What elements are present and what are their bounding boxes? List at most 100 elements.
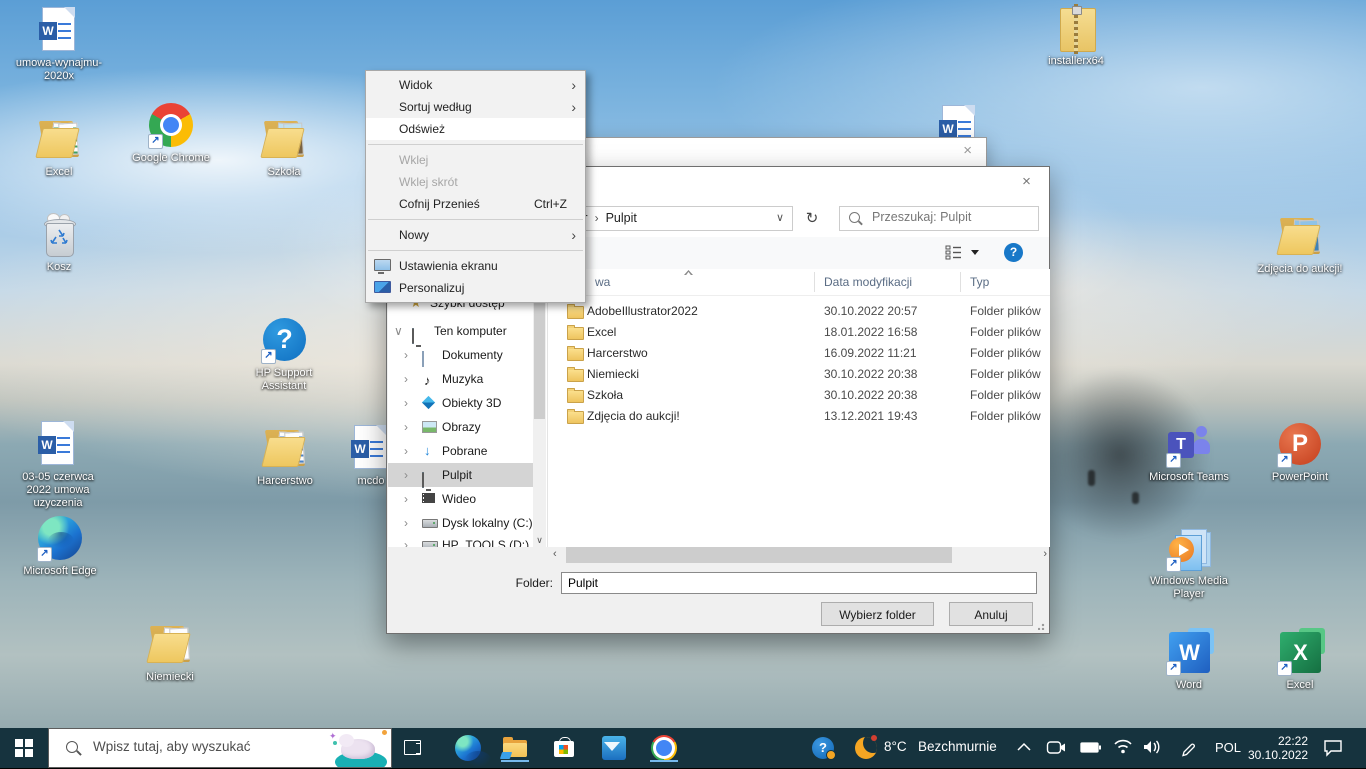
help-button[interactable]: ? xyxy=(1004,243,1023,262)
select-folder-button[interactable]: Wybierz folder xyxy=(821,602,934,626)
desktop-icon-powerpoint[interactable]: P↗ PowerPoint xyxy=(1252,420,1348,484)
chevron-down-icon[interactable]: ∨ xyxy=(394,319,403,343)
horizontal-scrollbar[interactable]: ‹ › xyxy=(551,547,1049,563)
tree-item-3d-objects[interactable]: › Obiekty 3D xyxy=(388,391,533,415)
menu-item-cofnij-przenies[interactable]: Cofnij Przenieś Ctrl+Z xyxy=(366,193,585,215)
desktop-icon-windows-media-player[interactable]: ↗ Windows Media Player xyxy=(1141,524,1237,601)
close-icon[interactable]: × xyxy=(957,142,978,159)
chevron-right-icon[interactable]: › xyxy=(404,533,408,547)
desktop-icon-installerx64[interactable]: installerx64 xyxy=(1028,4,1124,68)
view-dropdown-icon[interactable] xyxy=(971,250,979,255)
file-row[interactable]: AdobeIllustrator2022 30.10.2022 20:57 Fo… xyxy=(550,301,1050,322)
resize-grip[interactable] xyxy=(1038,622,1046,630)
language-indicator[interactable]: POL xyxy=(1215,740,1241,755)
refresh-button[interactable]: ↻ xyxy=(799,206,825,231)
desktop-icon-hp-support-assistant[interactable]: ?↗ HP Support Assistant xyxy=(236,316,332,393)
scroll-right-icon[interactable]: › xyxy=(1043,548,1047,560)
meet-now-icon[interactable] xyxy=(1046,739,1066,757)
tree-item-documents[interactable]: › Dokumenty xyxy=(388,343,533,367)
file-row[interactable]: Zdjęcia do aukcji! 13.12.2021 19:43 Fold… xyxy=(550,406,1050,427)
battery-icon[interactable] xyxy=(1080,741,1102,754)
tree-item-hp-tools-d[interactable]: › HP_TOOLS (D:) xyxy=(388,533,533,547)
taskbar-chrome-button[interactable] xyxy=(650,734,678,762)
tree-item-desktop-selected[interactable]: › Pulpit xyxy=(388,463,533,487)
task-view-button[interactable] xyxy=(402,736,426,760)
weather-widget[interactable]: 8°C Bezchmurnie xyxy=(884,739,997,754)
dialog-search-input[interactable] xyxy=(870,209,1034,225)
desktop-icon-microsoft-edge[interactable]: ↗ Microsoft Edge xyxy=(12,514,108,578)
shortcut-arrow-icon: ↗ xyxy=(1166,453,1181,468)
file-row[interactable]: Harcerstwo 16.09.2022 11:21 Folder plikó… xyxy=(550,343,1050,364)
desktop-icon-harcerstwo-folder[interactable]: Harcerstwo xyxy=(237,424,333,488)
scrollbar-thumb[interactable] xyxy=(566,547,952,563)
wifi-icon[interactable] xyxy=(1113,739,1133,755)
close-icon[interactable]: × xyxy=(1004,167,1049,197)
action-center-icon[interactable] xyxy=(1323,739,1343,757)
show-hidden-icons-chevron[interactable] xyxy=(1016,742,1032,752)
menu-item-nowy[interactable]: Nowy › xyxy=(366,224,585,246)
desktop-icon-excel-folder[interactable]: Excel xyxy=(11,115,107,179)
chevron-right-icon[interactable]: › xyxy=(404,391,408,415)
file-row[interactable]: Niemiecki 30.10.2022 20:38 Folder plików xyxy=(550,364,1050,385)
dialog-search-box[interactable] xyxy=(839,206,1039,231)
tree-scrollbar[interactable]: ∨ xyxy=(533,269,546,547)
3d-objects-icon xyxy=(423,397,434,408)
drive-icon xyxy=(422,541,438,547)
chevron-right-icon[interactable]: › xyxy=(404,343,408,367)
breadcrumb-current[interactable]: Pulpit xyxy=(606,211,637,225)
tree-item-music[interactable]: › ♪ Muzyka xyxy=(388,367,533,391)
windows-ink-pen-icon[interactable] xyxy=(1180,739,1198,757)
menu-item-sortuj-wedlug[interactable]: Sortuj według › xyxy=(366,96,585,118)
chevron-right-icon[interactable]: › xyxy=(404,415,408,439)
taskbar-search-box[interactable]: ✦ xyxy=(48,728,392,768)
music-icon: ♪ xyxy=(424,369,431,393)
scroll-left-icon[interactable]: ‹ xyxy=(553,548,557,560)
tree-item-videos[interactable]: › Wideo xyxy=(388,487,533,511)
chevron-right-icon[interactable]: › xyxy=(404,487,408,511)
menu-item-personalizuj[interactable]: Personalizuj xyxy=(366,277,585,299)
desktop-icon-google-chrome[interactable]: ↗ Google Chrome xyxy=(123,101,219,165)
desktop-icon-szkola-folder[interactable]: Szkoła xyxy=(236,115,332,179)
taskbar-edge-button[interactable] xyxy=(454,734,482,762)
taskbar-file-explorer-button[interactable] xyxy=(501,734,529,762)
cancel-button[interactable]: Anuluj xyxy=(949,602,1033,626)
start-button[interactable] xyxy=(0,728,48,768)
chevron-right-icon[interactable]: › xyxy=(404,463,408,487)
menu-item-widok[interactable]: Widok › xyxy=(366,74,585,96)
taskbar-store-button[interactable] xyxy=(550,734,578,762)
desktop-icon-recycle-bin[interactable]: Kosz xyxy=(11,210,107,274)
desktop-icon-umowa-wynajmu[interactable]: W umowa-wynajmu-2020x xyxy=(11,6,107,83)
taskbar-clock[interactable]: 22:22 30.10.2022 xyxy=(1248,734,1308,762)
chevron-right-icon[interactable]: › xyxy=(404,511,408,535)
view-options-icon[interactable] xyxy=(945,245,963,261)
file-row[interactable]: Szkoła 30.10.2022 20:38 Folder plików xyxy=(550,385,1050,406)
folder-name-input[interactable] xyxy=(561,572,1037,594)
volume-icon[interactable] xyxy=(1142,739,1162,755)
desktop-icon-label: Google Chrome xyxy=(123,152,219,165)
tree-item-local-disk-c[interactable]: › Dysk lokalny (C:) xyxy=(388,511,533,535)
desktop-icon-umowa-uzyczenia[interactable]: W 03-05 czerwca 2022 umowa uzyczenia xyxy=(10,420,106,510)
taskbar-search-input[interactable] xyxy=(91,738,325,755)
chevron-down-icon[interactable]: ∨ xyxy=(776,211,784,224)
column-header-date[interactable]: Data modyfikacji xyxy=(824,275,912,289)
taskbar-mail-button[interactable] xyxy=(600,734,628,762)
column-header-type[interactable]: Typ xyxy=(970,275,989,289)
chevron-right-icon[interactable]: › xyxy=(404,439,408,463)
tree-item-this-pc[interactable]: ∨ Ten komputer xyxy=(388,319,533,343)
menu-item-odswiez[interactable]: Odśwież xyxy=(366,118,585,140)
desktop-icon-excel[interactable]: X↗ Excel xyxy=(1252,628,1348,692)
menu-item-ustawienia-ekranu[interactable]: Ustawienia ekranu xyxy=(366,255,585,277)
hp-support-tray-icon[interactable]: ? xyxy=(812,737,834,759)
chevron-right-icon[interactable]: › xyxy=(404,367,408,391)
tree-item-pictures[interactable]: › Obrazy xyxy=(388,415,533,439)
desktop-icon-zdjecia-folder[interactable]: Zdjęcia do aukcji! xyxy=(1252,212,1348,276)
scroll-down-icon[interactable]: ∨ xyxy=(533,535,546,546)
tree-item-downloads[interactable]: › ↓ Pobrane xyxy=(388,439,533,463)
column-header-name[interactable]: wa xyxy=(595,275,610,289)
desktop-icon-niemiecki-folder[interactable]: Niemiecki xyxy=(122,620,218,684)
submenu-arrow-icon: › xyxy=(571,224,576,246)
desktop-icon-microsoft-teams[interactable]: T↗ Microsoft Teams xyxy=(1141,420,1237,484)
search-highlight-bear-image[interactable]: ✦ xyxy=(327,729,391,767)
desktop-icon-word[interactable]: W↗ Word xyxy=(1141,628,1237,692)
file-row[interactable]: Excel 18.01.2022 16:58 Folder plików xyxy=(550,322,1050,343)
